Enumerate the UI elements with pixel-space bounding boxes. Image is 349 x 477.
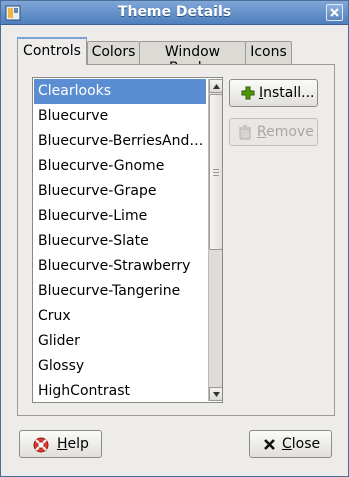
- theme-list-item[interactable]: Bluecurve-Tangerine: [34, 279, 206, 304]
- theme-list-item[interactable]: Bluecurve-Grape: [34, 179, 206, 204]
- title-bar[interactable]: Theme Details: [1, 1, 348, 25]
- close-icon: [330, 8, 339, 17]
- theme-list-items: Clearlooks Bluecurve Bluecurve-BerriesAn…: [34, 79, 206, 402]
- theme-list-item[interactable]: Glider: [34, 329, 206, 354]
- tab-icons[interactable]: Icons: [245, 41, 292, 64]
- window-close-button[interactable]: [326, 4, 343, 21]
- theme-list-item[interactable]: Glossy: [34, 354, 206, 379]
- theme-list-item[interactable]: Crux: [34, 304, 206, 329]
- tab-window-border[interactable]: Window Border: [139, 41, 246, 76]
- theme-list-item[interactable]: HighContrast: [34, 379, 206, 402]
- theme-list-item[interactable]: Bluecurve-Slate: [34, 229, 206, 254]
- grip-line: [213, 169, 219, 170]
- theme-list-item[interactable]: Bluecurve-Strawberry: [34, 254, 206, 279]
- theme-list-item[interactable]: Bluecurve: [34, 104, 206, 129]
- theme-list-item[interactable]: Bluecurve-BerriesAnd…: [34, 129, 206, 154]
- theme-list-item[interactable]: Bluecurve-Gnome: [34, 154, 206, 179]
- tab-icons-label: Icons: [250, 44, 287, 60]
- tab-colors[interactable]: Colors: [87, 41, 140, 64]
- close-icon: [264, 439, 275, 450]
- theme-list-item[interactable]: Bluecurve-Lime: [34, 204, 206, 229]
- grip-line: [213, 172, 219, 173]
- tab-controls[interactable]: Controls: [17, 37, 87, 65]
- plus-icon: [241, 86, 255, 100]
- arrow-up-icon: [213, 84, 220, 89]
- help-button[interactable]: Help: [19, 430, 102, 458]
- theme-list[interactable]: Clearlooks Bluecurve Bluecurve-BerriesAn…: [32, 77, 223, 403]
- help-button-label: Help: [57, 436, 89, 452]
- grip-line: [213, 175, 219, 176]
- scroll-thumb[interactable]: [209, 94, 222, 250]
- close-button[interactable]: Close: [249, 430, 332, 458]
- tab-colors-label: Colors: [91, 44, 136, 60]
- arrow-down-icon: [213, 392, 220, 397]
- install-button-label: Install...: [259, 85, 315, 101]
- trash-icon: [239, 125, 251, 140]
- scroll-up-button[interactable]: [209, 79, 222, 93]
- theme-details-window: Theme Details Controls Colors Window Bor…: [0, 0, 349, 477]
- window-title: Theme Details: [117, 4, 232, 20]
- theme-list-scrollbar[interactable]: [208, 79, 222, 401]
- remove-button[interactable]: Remove: [229, 118, 318, 146]
- theme-list-item[interactable]: Clearlooks: [34, 79, 206, 104]
- tab-controls-label: Controls: [23, 43, 81, 59]
- remove-button-label: Remove: [257, 124, 314, 140]
- lifebuoy-icon: [33, 437, 49, 453]
- scroll-down-button[interactable]: [209, 387, 222, 401]
- close-button-label: Close: [282, 436, 321, 452]
- install-button[interactable]: Install...: [229, 79, 318, 107]
